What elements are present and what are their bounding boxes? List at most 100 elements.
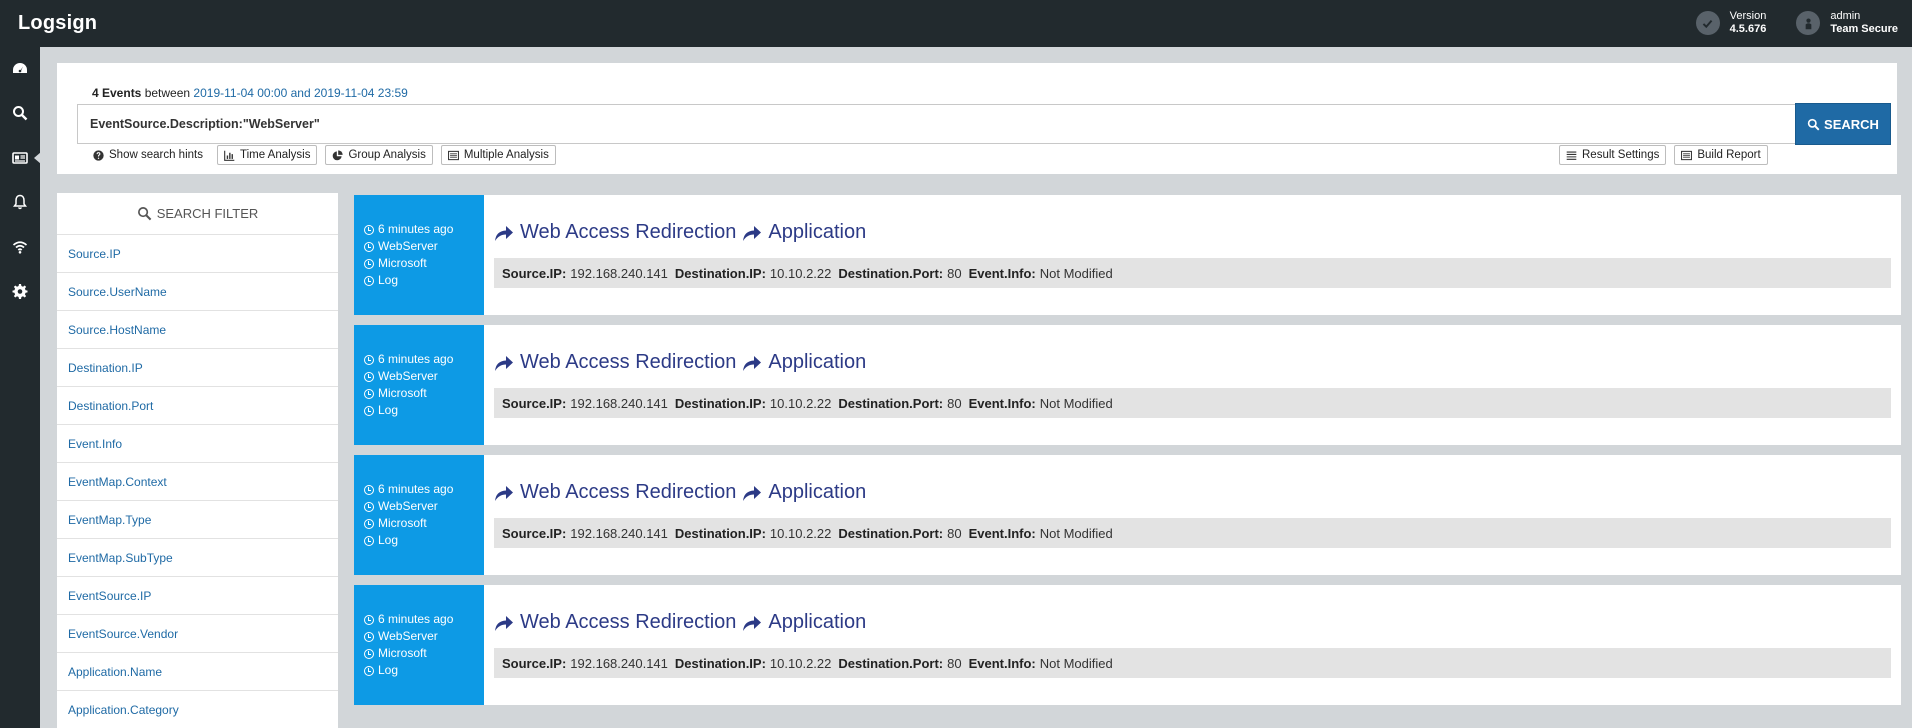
field-key: Source.IP: (502, 525, 567, 541)
filter-item[interactable]: EventSource.Vendor (57, 615, 338, 653)
filter-item[interactable]: Application.Category (57, 691, 338, 728)
share-arrow-icon (743, 485, 762, 501)
filter-item[interactable]: Source.HostName (57, 311, 338, 349)
filter-item[interactable]: EventMap.Context (57, 463, 338, 501)
event-meta: 6 minutes ago WebServer Microsoft Log (354, 325, 484, 445)
field-key: Destination.IP: (674, 525, 766, 541)
build-report-button[interactable]: Build Report (1674, 145, 1768, 165)
dashboard-icon (13, 63, 27, 73)
field-value: Not Modified (1039, 265, 1113, 281)
share-arrow-icon (495, 225, 513, 241)
field-key: Destination.Port: (838, 655, 944, 671)
nav-settings[interactable] (0, 276, 40, 306)
filter-item[interactable]: Source.UserName (57, 273, 338, 311)
field-key: Destination.Port: (838, 395, 944, 411)
event-title[interactable]: Web Access Redirection Application (494, 611, 866, 634)
result-settings-button[interactable]: Result Settings (1559, 145, 1667, 165)
field-key: Destination.Port: (838, 525, 944, 541)
event-vendor: Microsoft (378, 256, 427, 270)
event-card[interactable]: 6 minutes ago WebServer Microsoft Log We… (354, 585, 1901, 705)
multiple-analysis-button[interactable]: Multiple Analysis (440, 145, 556, 165)
event-title[interactable]: Web Access Redirection Application (494, 481, 866, 504)
event-source: WebServer (378, 369, 438, 383)
filter-item[interactable]: EventMap.Type (57, 501, 338, 539)
filter-item[interactable]: EventSource.IP (57, 577, 338, 615)
share-arrow-icon (495, 355, 513, 371)
field-key: Destination.IP: (674, 655, 766, 671)
result-toolbar: Result Settings Build Report (1559, 145, 1768, 165)
field-key: Event.Info: (968, 655, 1036, 671)
share-arrow-icon (743, 615, 762, 631)
event-fields: Source.IP: 192.168.240.141 Destination.IP… (494, 258, 1891, 288)
filter-item[interactable]: EventMap.SubType (57, 539, 338, 577)
event-title-sub: Application (768, 611, 867, 633)
app-logo[interactable]: Logsign (18, 12, 97, 35)
date-range-link[interactable]: 2019-11-04 00:00 and 2019-11-04 23:59 (193, 86, 407, 100)
gear-icon (12, 284, 28, 299)
filter-item[interactable]: Destination.IP (57, 349, 338, 387)
event-fields: Source.IP: 192.168.240.141 Destination.IP… (494, 648, 1891, 678)
field-key: Destination.IP: (674, 265, 766, 281)
wifi-icon (12, 241, 28, 254)
share-arrow-icon (743, 225, 762, 241)
filter-item[interactable]: Destination.Port (57, 387, 338, 425)
field-key: Event.Info: (968, 265, 1036, 281)
user-avatar-icon (1796, 11, 1821, 35)
field-value: 192.168.240.141 (570, 395, 668, 411)
share-arrow-icon (495, 485, 513, 501)
clock-icon (364, 535, 374, 546)
nav-alerts[interactable] (0, 187, 40, 217)
event-source: WebServer (378, 499, 438, 513)
filter-item[interactable]: Event.Info (57, 425, 338, 463)
top-right-area: Version 4.5.676 admin Team Secure (1695, 10, 1898, 36)
user-menu[interactable]: admin Team Secure (1796, 10, 1898, 36)
clock-icon (364, 501, 374, 512)
time-analysis-button[interactable]: Time Analysis (216, 145, 318, 165)
event-meta: 6 minutes ago WebServer Microsoft Log (354, 455, 484, 575)
event-title-sub: Application (768, 351, 867, 373)
time-analysis-label: Time Analysis (239, 149, 311, 161)
clock-icon (364, 648, 374, 659)
event-title-sub: Application (768, 221, 867, 243)
clock-icon (364, 241, 374, 252)
field-value: Not Modified (1039, 395, 1113, 411)
group-analysis-label: Group Analysis (348, 149, 426, 161)
nav-network[interactable] (0, 232, 40, 262)
list-alt-icon (1681, 150, 1693, 160)
nav-events[interactable] (0, 143, 41, 173)
search-panel: 4 Events between 2019-11-04 00:00 and 20… (57, 63, 1897, 174)
clock-icon (364, 388, 374, 399)
clock-icon (364, 224, 374, 235)
search-filter-panel: SEARCH FILTER Source.IP Source.UserName … (57, 193, 338, 728)
check-circle-icon (1695, 11, 1720, 35)
nav-search[interactable] (0, 98, 40, 128)
show-search-hints[interactable]: Show search hints (93, 145, 209, 165)
event-title[interactable]: Web Access Redirection Application (494, 221, 866, 244)
event-title[interactable]: Web Access Redirection Application (494, 351, 866, 374)
clock-icon (364, 275, 374, 286)
filter-item[interactable]: Source.IP (57, 235, 338, 273)
event-vendor: Microsoft (378, 516, 427, 530)
field-value: 10.10.2.22 (769, 265, 832, 281)
group-analysis-button[interactable]: Group Analysis (325, 145, 433, 165)
clock-icon (364, 354, 374, 365)
question-circle-icon (93, 149, 104, 161)
clock-icon (364, 614, 374, 625)
filter-item[interactable]: Application.Name (57, 653, 338, 691)
nav-dashboard[interactable] (0, 54, 40, 84)
search-query-input[interactable]: EventSource.Description:"WebServer" (77, 104, 1817, 144)
event-card[interactable]: 6 minutes ago WebServer Microsoft Log We… (354, 325, 1901, 445)
search-button[interactable]: SEARCH (1795, 103, 1891, 145)
event-card[interactable]: 6 minutes ago WebServer Microsoft Log We… (354, 455, 1901, 575)
event-type: Log (378, 663, 399, 677)
event-time: 6 minutes ago (378, 222, 454, 236)
clock-icon (364, 371, 374, 382)
field-key: Source.IP: (502, 265, 567, 281)
analysis-toolbar: Show search hints Time Analysis Group An… (93, 145, 556, 165)
event-card[interactable]: 6 minutes ago WebServer Microsoft Log We… (354, 195, 1901, 315)
events-summary: 4 Events between 2019-11-04 00:00 and 20… (92, 86, 408, 100)
clock-icon (364, 484, 374, 495)
event-title-main: Web Access Redirection (520, 611, 737, 633)
event-vendor: Microsoft (378, 386, 427, 400)
clock-icon (364, 631, 374, 642)
